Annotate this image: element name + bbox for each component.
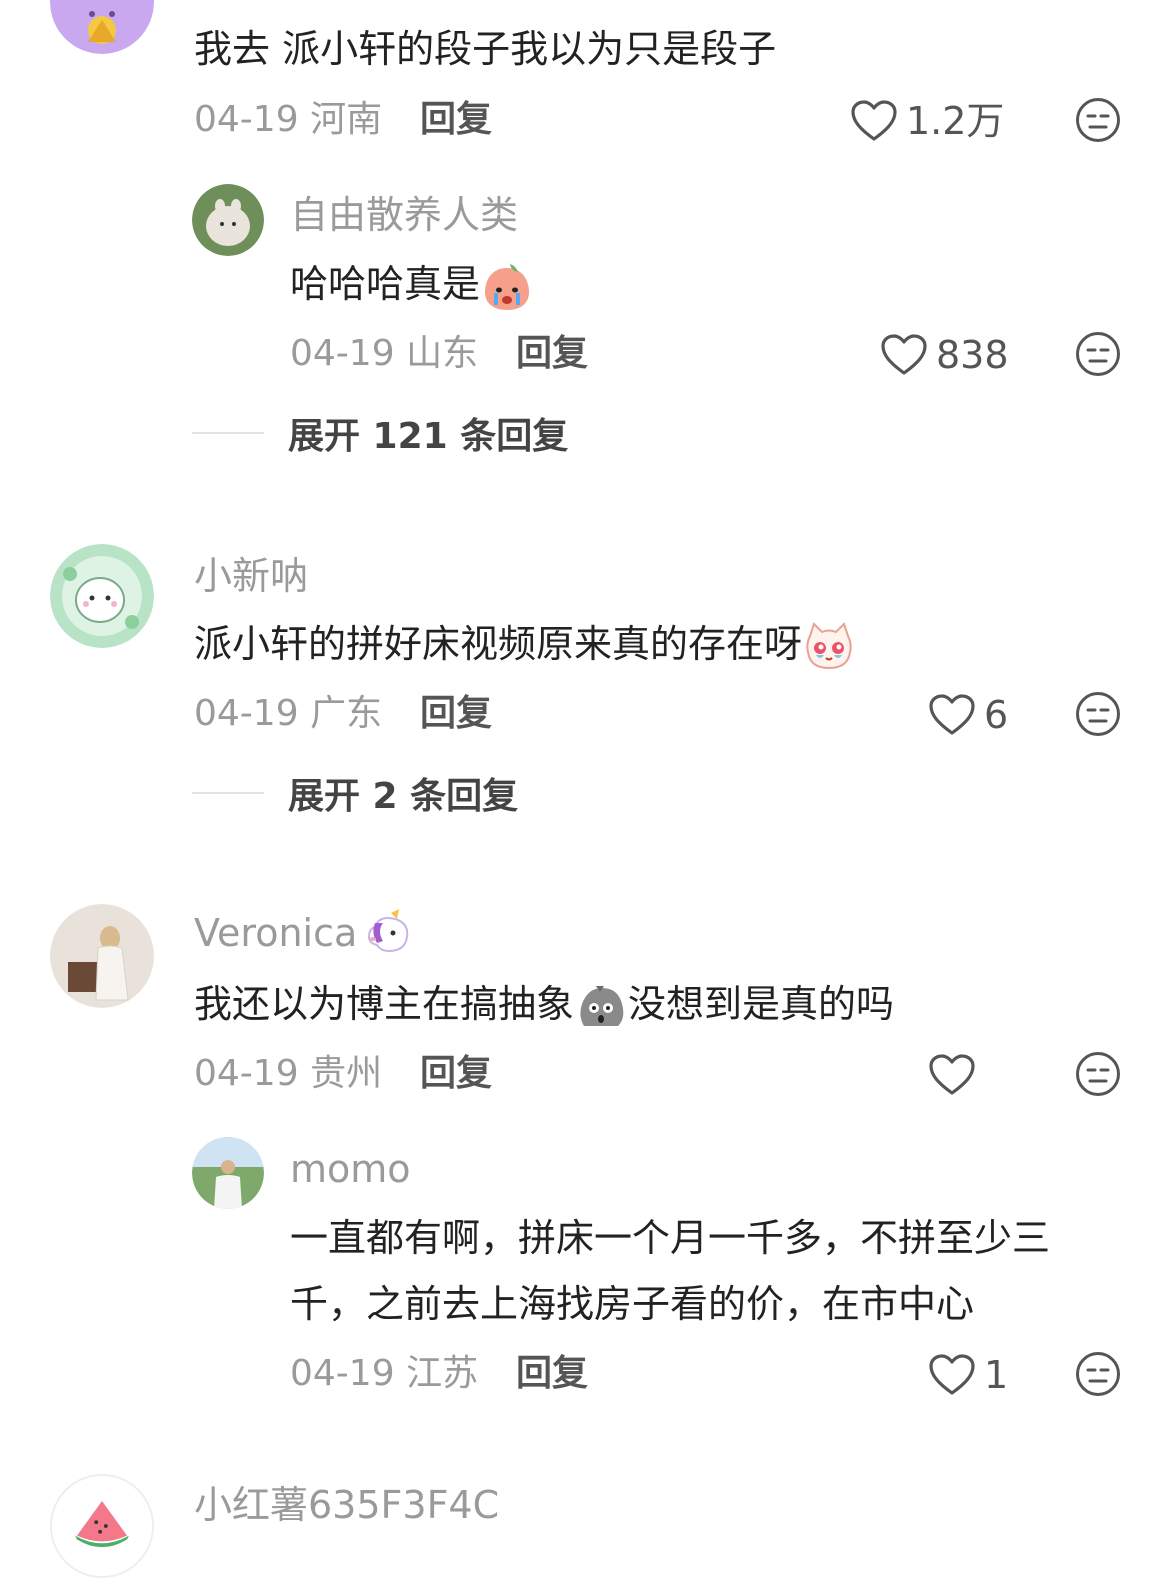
dislike-button[interactable] bbox=[1075, 331, 1121, 377]
comment-date: 04-19 bbox=[290, 1353, 395, 1394]
comment-text: 千，之前去上海找房子看的价，在市中心 bbox=[290, 1282, 975, 1326]
comment-text-content: 派小轩的拼好床视频原来真的存在呀 bbox=[194, 622, 803, 666]
comment-location: 广东 bbox=[310, 693, 383, 734]
expand-replies-label: 展开 121 条回复 bbox=[288, 416, 569, 457]
comment-text-part: 我还以为博主在搞抽象 bbox=[194, 982, 575, 1026]
meh-face-icon bbox=[1076, 332, 1120, 376]
divider bbox=[192, 432, 264, 434]
like-count: 838 bbox=[936, 333, 1009, 377]
username[interactable]: momo bbox=[290, 1150, 411, 1188]
meh-face-icon bbox=[1076, 1052, 1120, 1096]
comment-location: 贵州 bbox=[310, 1053, 383, 1094]
comment-location: 河南 bbox=[310, 99, 383, 140]
expand-replies-label: 展开 2 条回复 bbox=[288, 776, 519, 817]
avatar[interactable] bbox=[192, 1137, 264, 1209]
comment-location: 山东 bbox=[406, 333, 479, 374]
dislike-button[interactable] bbox=[1075, 1051, 1121, 1097]
comment-text: 派小轩的拼好床视频原来真的存在呀 bbox=[194, 612, 856, 676]
reply-button[interactable]: 回复 bbox=[420, 1056, 492, 1092]
comment-text: 一直都有啊，拼床一个月一千多，不拼至少三 bbox=[290, 1216, 1051, 1260]
heart-icon bbox=[881, 334, 927, 375]
comment-location: 江苏 bbox=[406, 1353, 479, 1394]
username[interactable]: 小红薯635F3F4C bbox=[194, 1486, 499, 1524]
like-button[interactable]: 838 bbox=[880, 330, 1009, 380]
reply-button[interactable]: 回复 bbox=[516, 1356, 588, 1392]
meh-face-icon bbox=[1076, 98, 1120, 142]
heart-icon bbox=[851, 100, 897, 141]
dislike-button[interactable] bbox=[1075, 691, 1121, 737]
comment-meta: 04-19 山东 bbox=[290, 336, 478, 372]
comment-text: 我还以为博主在搞抽象 没想到是真的吗 bbox=[194, 972, 894, 1036]
username[interactable]: 自由散养人类 bbox=[290, 196, 518, 234]
username[interactable]: Veronica bbox=[194, 908, 415, 955]
comment-text-content: 哈哈哈真是 bbox=[290, 262, 481, 306]
username[interactable]: 小新呐 bbox=[194, 557, 308, 595]
crying-peach-emoji bbox=[485, 263, 530, 310]
divider bbox=[192, 792, 264, 794]
like-button[interactable] bbox=[928, 1050, 984, 1100]
avatar[interactable] bbox=[192, 184, 264, 256]
comment-text-part: 没想到是真的吗 bbox=[628, 982, 895, 1026]
expand-replies[interactable]: 展开 2 条回复 bbox=[192, 768, 518, 818]
avatar[interactable] bbox=[50, 1474, 154, 1578]
expand-replies[interactable]: 展开 121 条回复 bbox=[192, 408, 568, 458]
shocked-rock-emoji bbox=[580, 985, 624, 1026]
teary-cat-emoji bbox=[806, 621, 852, 669]
avatar[interactable] bbox=[50, 904, 154, 1008]
like-button[interactable]: 6 bbox=[928, 690, 1008, 740]
comment-meta: 04-19 江苏 bbox=[290, 1356, 478, 1392]
comment-meta: 04-19 河南 bbox=[194, 102, 382, 138]
reply-button[interactable]: 回复 bbox=[516, 336, 588, 372]
avatar[interactable] bbox=[50, 0, 154, 54]
reply-button[interactable]: 回复 bbox=[420, 696, 492, 732]
like-count: 1 bbox=[984, 1353, 1009, 1397]
like-button[interactable]: 1.2万 bbox=[850, 96, 1004, 146]
comment-meta: 04-19 贵州 bbox=[194, 1056, 382, 1092]
avatar[interactable] bbox=[50, 544, 154, 648]
username-text: Veronica bbox=[194, 911, 358, 955]
meh-face-icon bbox=[1076, 692, 1120, 736]
meh-face-icon bbox=[1076, 1352, 1120, 1396]
heart-icon bbox=[929, 1354, 975, 1395]
heart-icon bbox=[929, 1054, 975, 1095]
like-button[interactable]: 1 bbox=[928, 1350, 1008, 1400]
comment-meta: 04-19 广东 bbox=[194, 696, 382, 732]
like-count: 1.2万 bbox=[906, 99, 1005, 143]
like-count: 6 bbox=[984, 693, 1009, 737]
comment-date: 04-19 bbox=[290, 333, 395, 374]
dislike-button[interactable] bbox=[1075, 1351, 1121, 1397]
comment-date: 04-19 bbox=[194, 693, 299, 734]
unicorn-emoji bbox=[368, 908, 409, 952]
comment-text: 哈哈哈真是 bbox=[290, 252, 534, 316]
watermelon-icon bbox=[52, 1476, 152, 1576]
comment-date: 04-19 bbox=[194, 1053, 299, 1094]
comment-date: 04-19 bbox=[194, 99, 299, 140]
dislike-button[interactable] bbox=[1075, 97, 1121, 143]
comment-text: 我去 派小轩的段子我以为只是段子 bbox=[194, 27, 777, 71]
heart-icon bbox=[929, 694, 975, 735]
reply-button[interactable]: 回复 bbox=[420, 102, 492, 138]
